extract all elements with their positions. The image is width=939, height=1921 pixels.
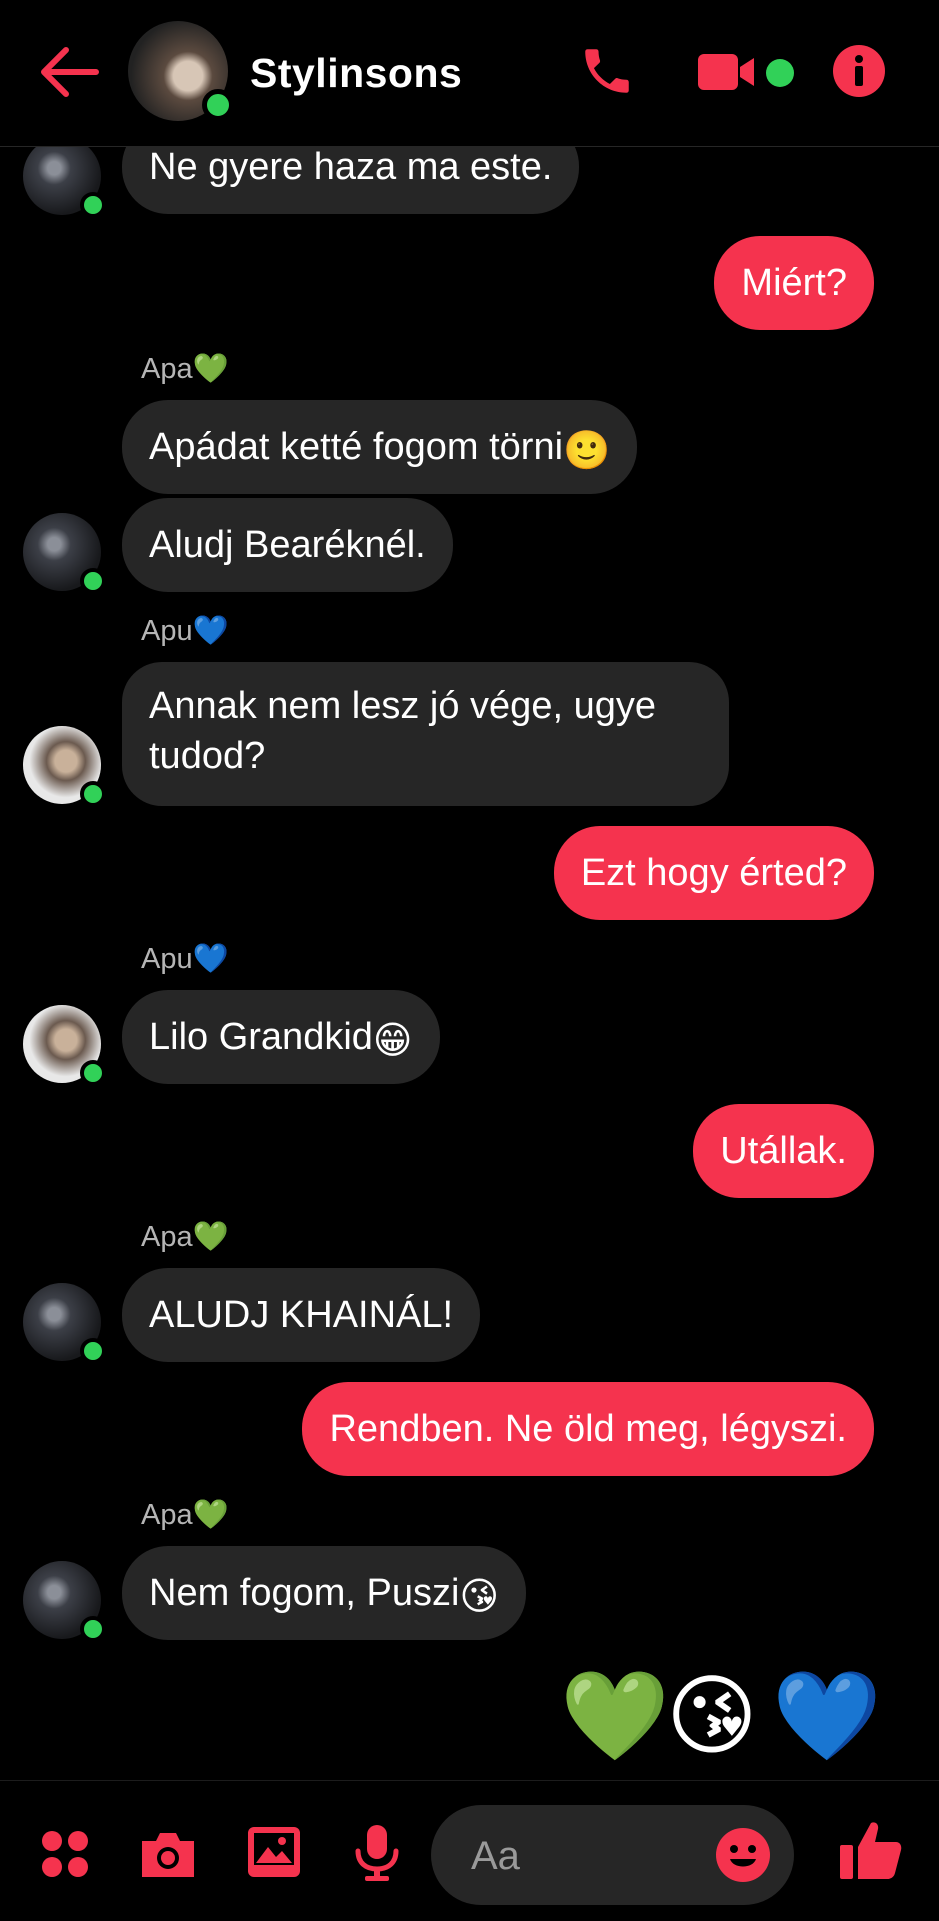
chat-title[interactable]: Stylinsons — [250, 50, 462, 97]
message-bubble-received[interactable]: ALUDJ KHAINÁL! — [122, 1268, 481, 1362]
sender-avatar-apa[interactable] — [23, 1561, 106, 1642]
thumbs-up-icon[interactable] — [838, 1817, 904, 1883]
message-text: Miért? — [741, 262, 847, 304]
message-text: Rendben. Ne öld meg, légyszi. — [329, 1408, 847, 1450]
message-text: Ezt hogy érted? — [580, 852, 847, 894]
back-arrow-icon[interactable] — [38, 44, 100, 100]
microphone-icon[interactable] — [352, 1823, 402, 1883]
message-text: Lilo Grandkid — [149, 1016, 373, 1058]
apps-icon[interactable] — [40, 1829, 90, 1879]
message-input[interactable] — [469, 1827, 693, 1885]
message-bubble-received[interactable]: Aludj Bearéknél. — [122, 498, 453, 592]
active-call-indicator — [766, 59, 794, 87]
sender-avatar-apa[interactable] — [23, 137, 106, 218]
message-text: Aludj Bearéknél. — [149, 524, 426, 566]
sender-label: Apa💚 — [141, 353, 229, 385]
online-indicator — [80, 1338, 106, 1364]
message-bubble-received[interactable]: Lilo Grandkid😁 — [122, 990, 440, 1084]
grin-emoji: 😁 — [372, 1020, 413, 1062]
online-indicator — [80, 568, 106, 594]
sender-label: Apa💚 — [141, 1221, 229, 1253]
message-bubble-sent[interactable]: Utállak. — [693, 1104, 874, 1198]
info-icon[interactable] — [832, 44, 886, 98]
online-indicator — [80, 1060, 106, 1086]
chat-header: Stylinsons — [0, 0, 939, 147]
kiss-emoji[interactable]: 😘 — [666, 1672, 758, 1760]
online-indicator — [80, 1616, 106, 1642]
online-indicator — [80, 781, 106, 807]
sender-avatar-apa[interactable] — [23, 513, 106, 594]
composer-bar — [0, 1780, 939, 1921]
camera-icon[interactable] — [138, 1829, 198, 1879]
message-bubble-received[interactable]: Annak nem lesz jó vége, ugye tudod? — [122, 662, 729, 806]
sender-label: Apu💙 — [141, 943, 229, 975]
message-bubble-sent[interactable]: Miért? — [714, 236, 874, 330]
emoji-icon[interactable] — [715, 1827, 771, 1883]
message-list[interactable]: Ne gyere haza ma este. Miért? Apa💚 Apáda… — [0, 0, 939, 1780]
blue-heart-emoji[interactable]: 💙 — [772, 1672, 882, 1760]
online-indicator — [202, 89, 234, 121]
chat-avatar[interactable] — [128, 21, 234, 121]
message-composer[interactable] — [431, 1805, 794, 1905]
sender-avatar-apu[interactable] — [23, 726, 106, 807]
message-text: Ne gyere haza ma este. — [149, 146, 553, 188]
kiss-emoji: 😘 — [459, 1576, 500, 1618]
sender-label: Apa💚 — [141, 1499, 229, 1531]
slight-smile-emoji: 🙂 — [563, 430, 611, 472]
message-bubble-sent[interactable]: Rendben. Ne öld meg, légyszi. — [302, 1382, 874, 1476]
message-bubble-received[interactable]: Apádat ketté fogom törni🙂 — [122, 400, 638, 494]
phone-icon[interactable] — [578, 42, 636, 100]
message-text: ALUDJ KHAINÁL! — [149, 1294, 454, 1336]
message-text: Annak nem lesz jó vége, ugye tudod? — [149, 685, 656, 777]
sender-avatar-apu[interactable] — [23, 1005, 106, 1086]
sender-label: Apu💙 — [141, 615, 229, 647]
message-text: Apádat ketté fogom törni — [149, 426, 564, 468]
online-indicator — [80, 192, 106, 218]
green-heart-emoji[interactable]: 💚 — [560, 1672, 670, 1760]
video-camera-icon[interactable] — [696, 50, 758, 94]
message-bubble-sent[interactable]: Ezt hogy érted? — [553, 826, 874, 920]
sender-avatar-apa[interactable] — [23, 1283, 106, 1364]
message-text: Nem fogom, Puszi — [149, 1572, 460, 1614]
image-icon[interactable] — [246, 1825, 302, 1879]
message-bubble-received[interactable]: Nem fogom, Puszi😘 — [122, 1546, 527, 1640]
message-text: Utállak. — [720, 1130, 847, 1172]
